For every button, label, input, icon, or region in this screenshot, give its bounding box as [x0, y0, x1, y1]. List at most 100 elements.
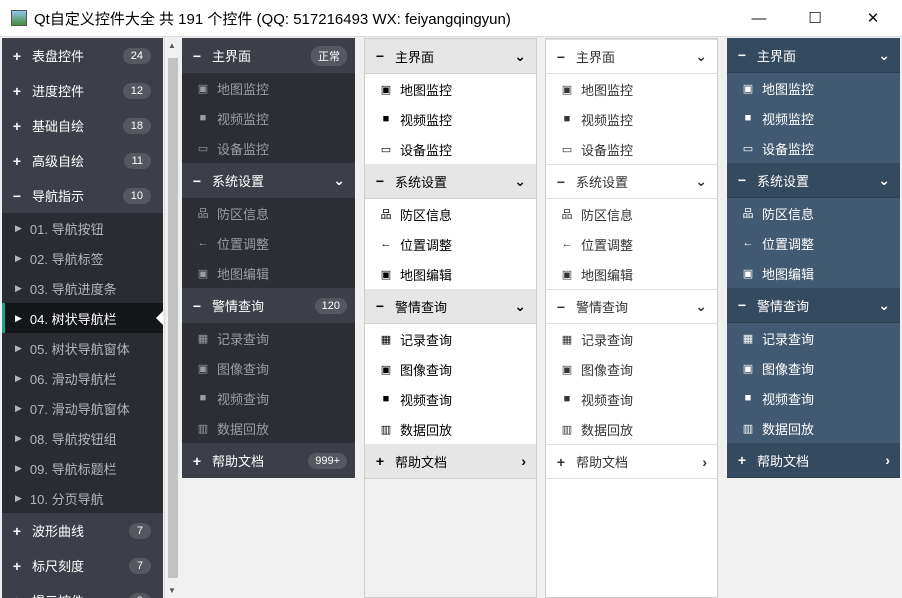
scroll-down-icon[interactable]: ▼: [168, 586, 176, 595]
nav-group-item[interactable]: ← 位置调整: [182, 228, 355, 258]
nav-group-item[interactable]: ← 位置调整: [727, 228, 900, 258]
scroll-thumb[interactable]: [168, 58, 178, 578]
nav-group-item[interactable]: ■ 视频查询: [727, 383, 900, 413]
nav-group-item[interactable]: ← 位置调整: [546, 229, 717, 259]
chevron-down-icon: ⌄: [878, 296, 890, 313]
nav-item[interactable]: ▶ 02. 导航标签: [2, 243, 163, 273]
nav-group-item[interactable]: ▣ 地图监控: [727, 73, 900, 103]
nav-category[interactable]: + 高级自绘 11: [2, 143, 163, 178]
nav-group-item[interactable]: ■ 视频监控: [727, 103, 900, 133]
nav-item-label: 08. 导航按钮组: [29, 431, 117, 447]
nav-item[interactable]: ▶ 09. 导航标题栏: [2, 453, 163, 483]
nav-group-item[interactable]: 品防区信息: [727, 198, 900, 228]
nav-group-header[interactable]: − 主界面 ⌄: [546, 39, 717, 74]
nav-category[interactable]: + 标尺刻度 7: [2, 548, 163, 583]
nav-group-label: 警情查询: [757, 298, 810, 314]
nav-group-item[interactable]: ▣ 图像查询: [182, 353, 355, 383]
nav-group-item[interactable]: ■ 视频查询: [365, 384, 536, 414]
nav-group-header[interactable]: + 帮助文档 ›: [727, 443, 900, 478]
nav-group-header[interactable]: − 系统设置 ⌄: [546, 164, 717, 199]
nav-group-item[interactable]: ▣ 地图监控: [546, 74, 717, 104]
expand-icon: +: [12, 47, 22, 64]
nav-group-item[interactable]: ▥ 数据回放: [727, 413, 900, 443]
nav-group-item[interactable]: ▣ 地图监控: [365, 74, 536, 104]
nav-group-item[interactable]: ▦ 记录查询: [182, 323, 355, 353]
nav-group-label: 主界面: [576, 50, 616, 65]
close-button[interactable]: ✕: [850, 0, 896, 36]
nav-panel-dark: − 主界面 正常 ▣ 地图监控 ■ 视频监控 ▭ 设备监控 − 系统设置 ⌄ 品防区信息 ← 位置调整 ▣ 地图…: [182, 38, 355, 598]
nav-group-item[interactable]: 品防区信息: [365, 199, 536, 229]
nav-group-item[interactable]: ▥ 数据回放: [365, 414, 536, 444]
nav-group-item[interactable]: 品防区信息: [546, 199, 717, 229]
nav-group-header[interactable]: + 帮助文档 ›: [365, 444, 536, 479]
nav-group-item[interactable]: ▦ 记录查询: [727, 323, 900, 353]
nav-group-item[interactable]: ▭ 设备监控: [546, 134, 717, 164]
nav-category[interactable]: + 基础自绘 18: [2, 108, 163, 143]
nav-group-item[interactable]: ▣ 地图监控: [182, 73, 355, 103]
expand-icon: +: [12, 522, 22, 539]
caret-right-icon: ▶: [15, 342, 22, 353]
nav-group-item[interactable]: ▦ 记录查询: [365, 324, 536, 354]
nav-group-item[interactable]: 品防区信息: [182, 198, 355, 228]
nav-group-header[interactable]: − 警情查询 120: [182, 288, 355, 323]
nav-group: − 主界面 ⌄ ▣ 地图监控 ■ 视频监控 ▭ 设备监控: [546, 39, 717, 164]
nav-item[interactable]: ▶ 05. 树状导航窗体: [2, 333, 163, 363]
nav-category[interactable]: − 导航指示 10: [2, 178, 163, 213]
nav-group-item[interactable]: ▭ 设备监控: [365, 134, 536, 164]
nav-group-header[interactable]: + 帮助文档 999+: [182, 443, 355, 478]
left-nav-scrollbar[interactable]: ▲ ▼: [164, 38, 180, 598]
nav-item[interactable]: ▶ 10. 分页导航: [2, 483, 163, 513]
nav-group-item[interactable]: ▦ 记录查询: [546, 324, 717, 354]
nav-group-header[interactable]: − 主界面 ⌄: [365, 39, 536, 74]
expand-icon: +: [375, 453, 385, 469]
nav-category[interactable]: + 波形曲线 7: [2, 513, 163, 548]
nav-category[interactable]: + 提示控件9: [2, 583, 163, 598]
nav-group-item[interactable]: ▣ 图像查询: [365, 354, 536, 384]
nav-item[interactable]: ▶ 03. 导航进度条: [2, 273, 163, 303]
nav-group-item[interactable]: ■ 视频查询: [546, 384, 717, 414]
nav-group-item[interactable]: ▣ 地图编辑: [182, 258, 355, 288]
nav-group-header[interactable]: − 系统设置 ⌄: [727, 163, 900, 198]
minimize-button[interactable]: —: [736, 0, 782, 36]
nav-group-item[interactable]: ■ 视频监控: [182, 103, 355, 133]
nav-group-item[interactable]: ▣ 图像查询: [727, 353, 900, 383]
nav-group-item[interactable]: ← 位置调整: [365, 229, 536, 259]
nav-group-item[interactable]: ▥ 数据回放: [182, 413, 355, 443]
nav-group-item[interactable]: ■ 视频监控: [365, 104, 536, 134]
left-nav-tree: + 表盘控件 24 + 进度控件 12 + 基础自绘 18 + 高级自绘 11 − 导航指示 10 ▶ 01. …: [2, 38, 163, 598]
nav-group-item[interactable]: ■ 视频监控: [546, 104, 717, 134]
nav-group-item[interactable]: ▥ 数据回放: [546, 414, 717, 444]
scroll-up-icon[interactable]: ▲: [168, 41, 176, 50]
nav-item[interactable]: ▶ 01. 导航按钮: [2, 213, 163, 243]
nav-group-item[interactable]: ■ 视频查询: [182, 383, 355, 413]
nav-group-header[interactable]: − 警情查询 ⌄: [365, 289, 536, 324]
nav-group-header[interactable]: + 帮助文档 ›: [546, 444, 717, 479]
nav-group-header[interactable]: − 系统设置 ⌄: [182, 163, 355, 198]
nav-item[interactable]: ▶ 04. 树状导航栏: [2, 303, 163, 333]
nav-category[interactable]: + 表盘控件 24: [2, 38, 163, 73]
item-icon: ■: [199, 112, 207, 124]
chevron-down-icon: ⌄: [695, 48, 707, 64]
item-icon: ■: [744, 392, 752, 404]
nav-panel-white: − 主界面 ⌄ ▣ 地图监控 ■ 视频监控 ▭ 设备监控 − 系统设置 ⌄ 品防区信息 ← 位置调整 ▣ 地图编…: [545, 38, 718, 598]
nav-group-item[interactable]: ▣ 地图编辑: [546, 259, 717, 289]
maximize-button[interactable]: ☐: [792, 0, 838, 36]
nav-item[interactable]: ▶ 08. 导航按钮组: [2, 423, 163, 453]
nav-group-item[interactable]: ▣ 图像查询: [546, 354, 717, 384]
nav-category[interactable]: + 进度控件 12: [2, 73, 163, 108]
count-badge: 11: [123, 152, 151, 169]
nav-group-header[interactable]: − 主界面 正常: [182, 38, 355, 73]
nav-group-item[interactable]: ▭ 设备监控: [182, 133, 355, 163]
chevron-down-icon: ⌄: [695, 173, 707, 189]
nav-group-header[interactable]: − 警情查询 ⌄: [546, 289, 717, 324]
nav-group-header[interactable]: − 主界面 ⌄: [727, 38, 900, 73]
chevron-down-icon: ⌄: [878, 171, 890, 188]
nav-group-item[interactable]: ▭ 设备监控: [727, 133, 900, 163]
nav-group-item[interactable]: ▣ 地图编辑: [365, 259, 536, 289]
nav-group-header[interactable]: − 警情查询 ⌄: [727, 288, 900, 323]
nav-item[interactable]: ▶ 07. 滑动导航窗体: [2, 393, 163, 423]
nav-item-label: 07. 滑动导航窗体: [29, 401, 130, 417]
nav-group-item[interactable]: ▣ 地图编辑: [727, 258, 900, 288]
nav-item[interactable]: ▶ 06. 滑动导航栏: [2, 363, 163, 393]
nav-group-header[interactable]: − 系统设置 ⌄: [365, 164, 536, 199]
